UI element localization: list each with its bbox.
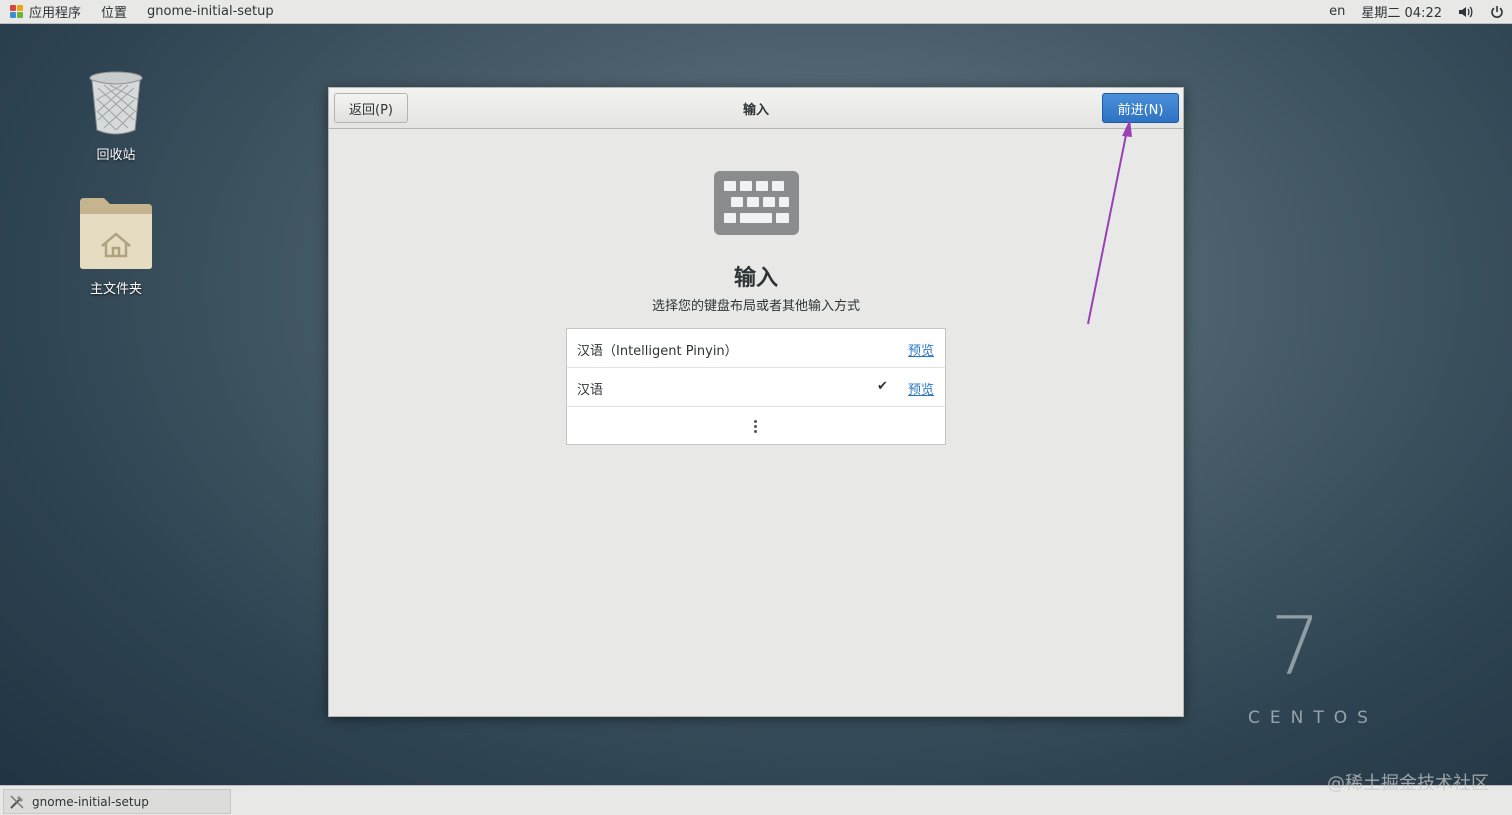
checkmark-icon: ✔: [877, 379, 888, 394]
more-dot: [754, 425, 757, 428]
places-menu-label: 位置: [101, 6, 128, 21]
next-button[interactable]: 前进(N): [1102, 93, 1179, 123]
dialog-headerbar: 返回(P) 输入 前进(N): [329, 88, 1183, 129]
clock-label: 星期二 04:22: [1361, 6, 1442, 21]
applications-menu-label: 应用程序: [29, 6, 82, 21]
clock[interactable]: 星期二 04:22: [1353, 0, 1450, 24]
more-dot: [754, 420, 757, 423]
more-sources-button[interactable]: [567, 407, 945, 444]
bottom-taskbar: gnome-initial-setup: [0, 785, 1512, 815]
input-source-row[interactable]: 汉语 ✔ 预览: [567, 368, 945, 407]
home-folder-desktop-icon[interactable]: 主文件夹: [66, 196, 166, 297]
input-source-row[interactable]: 汉语（Intelligent Pinyin） 预览: [567, 329, 945, 368]
top-bar: 应用程序 位置 gnome-initial-setup en 星期二 04:22: [0, 0, 1512, 24]
watermark-text: @稀土掘金技术社区: [1327, 773, 1489, 794]
keyboard-icon: [714, 171, 799, 235]
page-heading: 输入: [733, 266, 778, 291]
input-source-name: 汉语（Intelligent Pinyin）: [577, 344, 738, 359]
centos-wordmark: CENTOS: [1248, 708, 1378, 728]
centos-version-mark: 7: [1270, 600, 1321, 693]
applications-icon: [10, 4, 24, 19]
taskbar-window-button[interactable]: gnome-initial-setup: [3, 789, 231, 814]
trash-label: 回收站: [96, 148, 136, 163]
trash-desktop-icon[interactable]: 回收站: [66, 70, 166, 163]
language-label: en: [1329, 4, 1346, 19]
home-folder-label: 主文件夹: [89, 282, 142, 297]
app-menu-label: gnome-initial-setup: [147, 4, 274, 19]
volume-icon[interactable]: [1450, 0, 1482, 24]
taskbar-window-label: gnome-initial-setup: [32, 794, 149, 809]
more-dot: [754, 430, 757, 433]
app-menu[interactable]: gnome-initial-setup: [137, 0, 284, 24]
applications-menu[interactable]: 应用程序: [0, 0, 91, 24]
input-language-indicator[interactable]: en: [1321, 0, 1353, 24]
input-source-name: 汉语: [577, 383, 604, 398]
folder-home-icon: [80, 198, 152, 269]
initial-setup-dialog: 返回(P) 输入 前进(N) 输入 选择您的键盘布局或者其他输入方式 汉语（In…: [328, 87, 1184, 717]
input-source-list: 汉语（Intelligent Pinyin） 预览 汉语 ✔ 预览: [566, 328, 946, 445]
page-subheading: 选择您的键盘布局或者其他输入方式: [651, 299, 860, 314]
power-icon[interactable]: [1482, 0, 1512, 24]
dialog-title: 输入: [742, 103, 769, 118]
trash-icon: [89, 71, 143, 135]
setup-tool-icon: [10, 794, 24, 809]
preview-link[interactable]: 预览: [908, 379, 934, 398]
next-button-label: 前进(N): [1117, 102, 1164, 118]
preview-link[interactable]: 预览: [908, 340, 934, 359]
places-menu[interactable]: 位置: [91, 0, 137, 24]
